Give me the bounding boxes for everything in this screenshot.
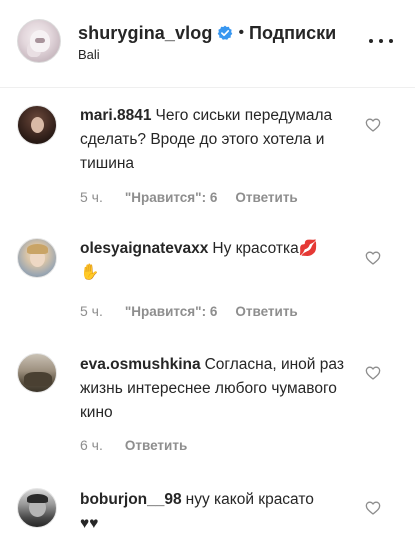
profile-avatar[interactable]: [17, 19, 61, 63]
comment-meta: 6 ч. Ответить: [80, 437, 187, 453]
comment-text: eva.osmushkina Согласна, иной раз жизнь и…: [80, 353, 352, 425]
like-heart-icon[interactable]: [365, 250, 381, 266]
header-separator: •: [238, 24, 245, 41]
comment-meta: 5 ч. "Нравится": 6 Ответить: [80, 189, 298, 205]
reply-button[interactable]: Ответить: [235, 190, 297, 205]
profile-username-link[interactable]: shurygina_vlog: [78, 23, 212, 44]
comment-likes[interactable]: "Нравится": 6: [125, 190, 217, 205]
more-options-icon[interactable]: [369, 32, 393, 50]
comment-username-link[interactable]: mari.8841: [80, 107, 152, 124]
comment-username-link[interactable]: olesyaignatevaxx: [80, 240, 208, 257]
comment-time[interactable]: 5 ч.: [80, 189, 103, 205]
like-heart-icon[interactable]: [365, 500, 381, 516]
comment-likes[interactable]: "Нравится": 6: [125, 304, 217, 319]
comment-time[interactable]: 5 ч.: [80, 303, 103, 319]
location-link[interactable]: Bali: [78, 47, 100, 62]
like-heart-icon[interactable]: [365, 117, 381, 133]
following-button[interactable]: Подписки: [249, 23, 336, 44]
comment-message: Ну красотка: [212, 240, 299, 257]
comment-text: mari.8841 Чего сиськи передумала сделать?…: [80, 104, 352, 176]
reply-button[interactable]: Ответить: [235, 304, 297, 319]
like-heart-icon[interactable]: [365, 365, 381, 381]
hearts-emoji: ♥♥: [80, 515, 99, 532]
reply-button[interactable]: Ответить: [125, 438, 187, 453]
commenter-avatar[interactable]: [17, 105, 57, 145]
comment-text: olesyaignatevaxx Ну красотка💋 ✋: [80, 237, 352, 285]
comment-username-link[interactable]: eva.osmushkina: [80, 356, 201, 373]
comment-message: нуу какой красато: [185, 491, 314, 508]
comment-username-link[interactable]: boburjon__98: [80, 491, 182, 508]
header-user-row: shurygina_vlog • Подписки: [78, 22, 336, 44]
raised-hand-emoji: ✋: [80, 264, 100, 281]
comment-meta: 5 ч. "Нравится": 6 Ответить: [80, 303, 298, 319]
post-header: shurygina_vlog • Подписки Bali: [0, 0, 415, 88]
verified-badge-icon: [218, 25, 233, 40]
commenter-avatar[interactable]: [17, 353, 57, 393]
comment-text: boburjon__98 нуу какой красато ♥♥: [80, 488, 352, 536]
comment-time[interactable]: 6 ч.: [80, 437, 103, 453]
commenter-avatar[interactable]: [17, 238, 57, 278]
commenter-avatar[interactable]: [17, 488, 57, 528]
kiss-mark-emoji: 💋: [298, 240, 319, 257]
